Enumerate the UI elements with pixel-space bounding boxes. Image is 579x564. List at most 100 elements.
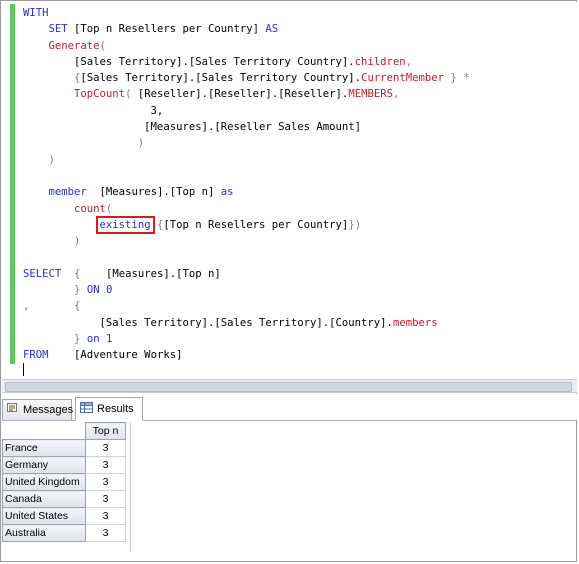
code-line: [Sales Territory].[Sales Territory Count… — [23, 56, 412, 68]
code-line: [Measures].[Reseller Sales Amount] — [23, 121, 361, 133]
tab-messages[interactable]: Messages — [2, 399, 74, 420]
grid-icon — [80, 402, 93, 416]
cell-top-n-value[interactable]: 3 — [85, 439, 126, 457]
table-row[interactable]: Australia 3 — [2, 524, 126, 542]
horizontal-scrollbar[interactable] — [2, 379, 577, 393]
table-row[interactable]: Germany 3 — [2, 456, 126, 474]
row-header-country[interactable]: Australia — [2, 524, 86, 542]
code-token: ) — [23, 153, 55, 166]
code-line: SELECT { [Measures].[Top n] — [23, 268, 221, 280]
code-line: count( — [23, 203, 112, 215]
code-token: [Top n Resellers per Country] — [67, 23, 266, 36]
cell-top-n-value[interactable]: 3 — [85, 490, 126, 508]
tab-messages-label: Messages — [23, 404, 74, 416]
code-token: AS — [265, 23, 279, 36]
code-token: as — [220, 186, 234, 199]
code-token: [Sales Territory].[Sales Territory].[Cou… — [23, 316, 393, 329]
code-token: [Measures].[Top n] — [80, 267, 221, 280]
code-line: FROM [Adventure Works] — [23, 349, 182, 361]
text-caret — [23, 363, 24, 376]
code-line: Generate( — [23, 40, 106, 52]
table-row[interactable]: United Kingdom 3 — [2, 473, 126, 491]
code-token: [Top n Resellers per Country] — [163, 218, 349, 231]
code-token: ) — [354, 218, 362, 231]
query-editor[interactable]: WITH SET [Top n Resellers per Country] A… — [2, 2, 577, 379]
code-line: {[Sales Territory].[Sales Territory Coun… — [23, 72, 470, 85]
code-token: member — [48, 186, 87, 199]
code-token: ON — [86, 284, 100, 297]
code-token: SET — [48, 23, 68, 36]
results-tabstrip: Messages Results — [2, 394, 577, 421]
query-window: WITH SET [Top n Resellers per Country] A… — [0, 0, 577, 562]
scrollbar-thumb[interactable] — [5, 382, 572, 392]
code-token: ( — [99, 39, 106, 52]
code-line: ) — [23, 154, 55, 166]
code-token: ) — [23, 235, 81, 248]
code-token: [Measures].[Top n] — [86, 186, 221, 199]
cell-top-n-value[interactable]: 3 — [85, 473, 126, 491]
code-token: ) — [23, 137, 145, 150]
table-row[interactable]: Canada 3 — [2, 490, 126, 508]
code-token: [Adventure Works] — [48, 349, 183, 362]
code-token: { — [74, 300, 81, 313]
code-token: 3, — [23, 104, 164, 117]
row-header-country[interactable]: France — [2, 439, 86, 457]
code-line: } on 1 — [23, 333, 112, 345]
messages-icon — [7, 403, 19, 417]
tab-results[interactable]: Results — [75, 397, 143, 421]
cell-top-n-value[interactable]: 3 — [85, 456, 126, 474]
code-line: 3, — [23, 104, 164, 117]
code-token: TopCount — [74, 88, 126, 101]
cell-top-n-value[interactable]: 3 — [85, 524, 126, 542]
change-tracking-bar — [10, 4, 15, 364]
code-token: { — [150, 218, 164, 231]
code-token: WITH — [23, 7, 49, 19]
code-token: members — [392, 316, 438, 329]
grid-header-row: Top n — [3, 422, 126, 440]
code-token: FROM — [23, 349, 49, 362]
code-token: CurrentMember — [361, 72, 444, 85]
table-row[interactable]: United States 3 — [2, 507, 126, 525]
code-token: [Measures].[Reseller Sales Amount] — [23, 121, 362, 134]
code-token: 1 — [105, 332, 113, 345]
code-line: WITH — [23, 7, 49, 19]
code-token: [Reseller].[Reseller].[Reseller]. — [131, 88, 349, 101]
row-header-country[interactable]: Canada — [2, 490, 86, 508]
code-token: 0 — [105, 284, 113, 297]
code-line: ) — [23, 137, 144, 149]
code-token: children — [354, 55, 406, 68]
code-line: } ON 0 — [23, 284, 112, 296]
code-line: SET [Top n Resellers per Country] AS — [23, 23, 279, 36]
code-line: , { — [23, 300, 80, 312]
code-token: MEMBERS — [348, 88, 393, 101]
row-header-country[interactable]: United States — [2, 507, 86, 525]
row-header-country[interactable]: United Kingdom — [2, 473, 86, 491]
code-token: count — [74, 202, 106, 215]
cell-top-n-value[interactable]: 3 — [85, 507, 126, 525]
results-grid[interactable]: Top n France 3 Germany 3 United Kingdom 3 Cana… — [2, 422, 126, 542]
table-row[interactable]: France 3 — [2, 439, 126, 457]
code-token: , — [405, 55, 413, 68]
mdx-code[interactable]: WITH SET [Top n Resellers per Country] A… — [23, 5, 470, 364]
code-token: ( — [105, 202, 113, 215]
code-line: TopCount( [Reseller].[Reseller].[Reselle… — [23, 88, 399, 100]
row-header-country[interactable]: Germany — [2, 456, 86, 474]
code-token: , — [392, 88, 400, 101]
code-line: [Sales Territory].[Sales Territory].[Cou… — [23, 317, 438, 329]
code-line: member [Measures].[Top n] as — [23, 186, 234, 198]
highlighted-keyword-existing: existing — [95, 215, 155, 234]
column-header-top-n[interactable]: Top n — [85, 422, 126, 440]
tab-results-label: Results — [97, 403, 134, 415]
grid-corner — [3, 423, 86, 440]
code-token: } * — [443, 72, 470, 85]
